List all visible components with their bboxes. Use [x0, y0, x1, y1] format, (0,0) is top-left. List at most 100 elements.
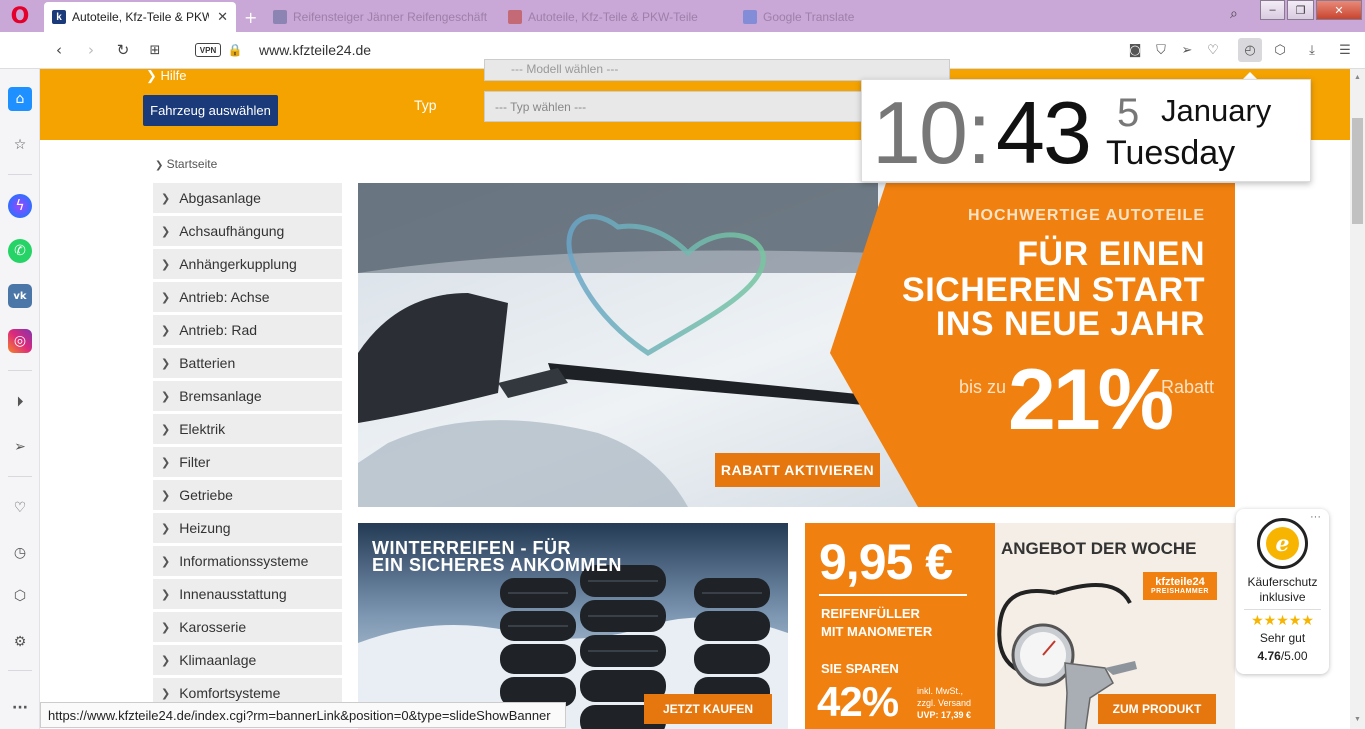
clock-month: January	[1161, 93, 1272, 128]
clock-day: 5	[1117, 91, 1140, 135]
bookmark-heart-icon[interactable]: ♡	[1201, 38, 1225, 62]
history-icon[interactable]: ◷	[8, 541, 32, 565]
category-item[interactable]: ❯ Karosserie	[153, 612, 342, 642]
zum-produkt-button[interactable]: ZUM PRODUKT	[1098, 694, 1216, 724]
hero-headline-3: INS NEUE JAHR	[935, 305, 1205, 343]
tab-title: Google Translate	[763, 10, 855, 24]
new-tab-icon[interactable]: +	[244, 8, 257, 27]
scrollbar-thumb[interactable]	[1352, 118, 1363, 224]
category-label: Bremsanlage	[179, 388, 262, 404]
tab-title: Autoteile, Kfz-Teile & PKW-	[72, 10, 210, 24]
chevron-right-icon: ❯	[161, 389, 171, 403]
download-icon[interactable]: ⤓	[1300, 38, 1324, 62]
hero-kicker: HOCHWERTIGE AUTOTEILE	[968, 207, 1205, 224]
chevron-right-icon: ❯	[161, 323, 171, 337]
messenger-icon[interactable]: ϟ	[8, 194, 32, 218]
hero-headline-1: FÜR EINEN	[1017, 235, 1205, 273]
minimize-button[interactable]: –	[1260, 0, 1285, 20]
status-url-bar: https://www.kfzteile24.de/index.cgi?rm=b…	[40, 702, 566, 728]
chevron-right-icon: ❯	[155, 160, 167, 171]
clock-extension-icon[interactable]: ◴	[1238, 38, 1262, 62]
rating-score: 4.76/5.00	[1236, 649, 1329, 663]
fahrzeug-auswaehlen-button[interactable]: Fahrzeug auswählen	[143, 95, 278, 126]
snapshot-icon[interactable]: ◙	[1123, 38, 1147, 62]
speed-dial-icon[interactable]: ⊞	[143, 38, 167, 62]
category-label: Heizung	[179, 520, 231, 536]
close-tab-icon[interactable]: ✕	[217, 9, 228, 25]
more-icon[interactable]: ···	[8, 696, 32, 720]
category-item[interactable]: ❯ Elektrik	[153, 414, 342, 444]
instagram-icon[interactable]: ◎	[8, 329, 32, 353]
rabatt-aktivieren-button[interactable]: RABATT AKTIVIEREN	[715, 453, 880, 487]
category-item[interactable]: ❯ Achsaufhängung	[153, 216, 342, 246]
category-item[interactable]: ❯ Getriebe	[153, 480, 342, 510]
send-icon[interactable]: ➢	[1175, 38, 1199, 62]
category-item[interactable]: ❯ Antrieb: Rad	[153, 315, 342, 345]
trusted-more-icon[interactable]: ···	[1310, 511, 1321, 523]
category-item[interactable]: ❯ Abgasanlage	[153, 183, 342, 213]
chevron-right-icon: ❯	[161, 422, 171, 436]
category-item[interactable]: ❯ Klimaanlage	[153, 645, 342, 675]
home-icon[interactable]: ⌂	[8, 87, 32, 111]
category-item[interactable]: ❯ Batterien	[153, 348, 342, 378]
winterreifen-banner[interactable]: WINTERREIFEN - FÜR EIN SICHERES ANKOMMEN…	[358, 523, 788, 729]
chevron-right-icon: ❯	[161, 290, 171, 304]
vk-icon[interactable]: vk	[8, 284, 32, 308]
tab-title: Autoteile, Kfz-Teile & PKW-Teile	[528, 10, 698, 24]
tab-kfzteile24[interactable]: k Autoteile, Kfz-Teile & PKW- ✕	[44, 2, 236, 32]
adblock-icon[interactable]: ⛉	[1149, 38, 1173, 62]
tab-background-2[interactable]: Autoteile, Kfz-Teile & PKW-Teile	[500, 2, 725, 32]
rating-text: Sehr gut	[1259, 631, 1306, 645]
cube-icon[interactable]: ⬡	[1268, 38, 1292, 62]
category-item[interactable]: ❯ Anhängerkupplung	[153, 249, 342, 279]
winter-headline-2: EIN SICHERES ANKOMMEN	[372, 555, 622, 575]
opera-menu-icon[interactable]: O	[0, 0, 40, 32]
whatsapp-icon[interactable]: ✆	[8, 239, 32, 263]
kfzteile24-preishammer-logo: kfzteile24 PREISHAMMER	[1143, 572, 1217, 600]
jetzt-kaufen-button[interactable]: JETZT KAUFEN	[644, 694, 772, 724]
hero-banner[interactable]: HOCHWERTIGE AUTOTEILE FÜR EINEN SICHEREN…	[358, 183, 1235, 507]
back-icon[interactable]: ‹	[47, 38, 71, 62]
category-label: Getriebe	[179, 487, 233, 503]
extensions-cube-icon[interactable]: ⬡	[8, 584, 32, 608]
category-item[interactable]: ❯ Innenausstattung	[153, 579, 342, 609]
offer-product-2: MIT MANOMETER	[821, 624, 933, 639]
easy-setup-icon[interactable]: ☰	[1333, 38, 1357, 62]
tab-background-1[interactable]: Reifensteiger Jänner Reifengeschäft	[265, 2, 495, 32]
tab-search-icon[interactable]: ⌕	[1230, 6, 1238, 22]
chevron-right-icon: ❯	[161, 257, 171, 271]
bookmarks-heart-icon[interactable]: ♡	[8, 496, 32, 520]
scroll-up-arrow-icon[interactable]: ▲	[1350, 71, 1365, 83]
rating-score-main: 4.76	[1257, 649, 1281, 663]
vpn-badge[interactable]: VPN	[195, 43, 221, 57]
hero-bis-zu: bis zu	[959, 377, 1007, 397]
flow-send-icon[interactable]: ➢	[8, 435, 32, 459]
category-item[interactable]: ❯ Informationssysteme	[153, 546, 342, 576]
clock-hour: 10	[872, 83, 968, 182]
trusted-divider	[1244, 609, 1321, 610]
sidebar-divider	[8, 476, 32, 477]
category-item[interactable]: ❯ Antrieb: Achse	[153, 282, 342, 312]
lock-icon[interactable]: 🔒	[223, 38, 247, 62]
close-window-button[interactable]: ✕	[1316, 0, 1362, 20]
breadcrumb[interactable]: ❯ Startseite	[155, 157, 217, 171]
sidebar-divider	[8, 670, 32, 671]
angebot-der-woche-banner[interactable]: 9,95 € REIFENFÜLLER MIT MANOMETER SIE SP…	[805, 523, 1235, 729]
maximize-button[interactable]: ❐	[1287, 0, 1314, 20]
url-field[interactable]: www.kfzteile24.de	[259, 42, 371, 58]
star-icon[interactable]: ☆	[8, 133, 32, 157]
hilfe-link[interactable]: ❯ Hilfe	[146, 68, 187, 84]
category-item[interactable]: ❯ Bremsanlage	[153, 381, 342, 411]
modell-select[interactable]: --- Modell wählen ---	[484, 59, 950, 81]
category-item[interactable]: ❯ Filter	[153, 447, 342, 477]
chevron-right-icon: ❯	[161, 224, 171, 238]
category-label: Innenausstattung	[179, 586, 287, 602]
scroll-down-arrow-icon[interactable]: ▼	[1350, 713, 1365, 725]
forward-icon[interactable]: ›	[79, 38, 103, 62]
player-icon[interactable]: ⏵	[8, 390, 32, 414]
reload-icon[interactable]: ↻	[111, 38, 135, 62]
settings-gear-icon[interactable]: ⚙	[8, 630, 32, 654]
category-item[interactable]: ❯ Heizung	[153, 513, 342, 543]
tab-background-3[interactable]: Google Translate	[735, 2, 915, 32]
logo-sub: PREISHAMMER	[1150, 588, 1209, 596]
